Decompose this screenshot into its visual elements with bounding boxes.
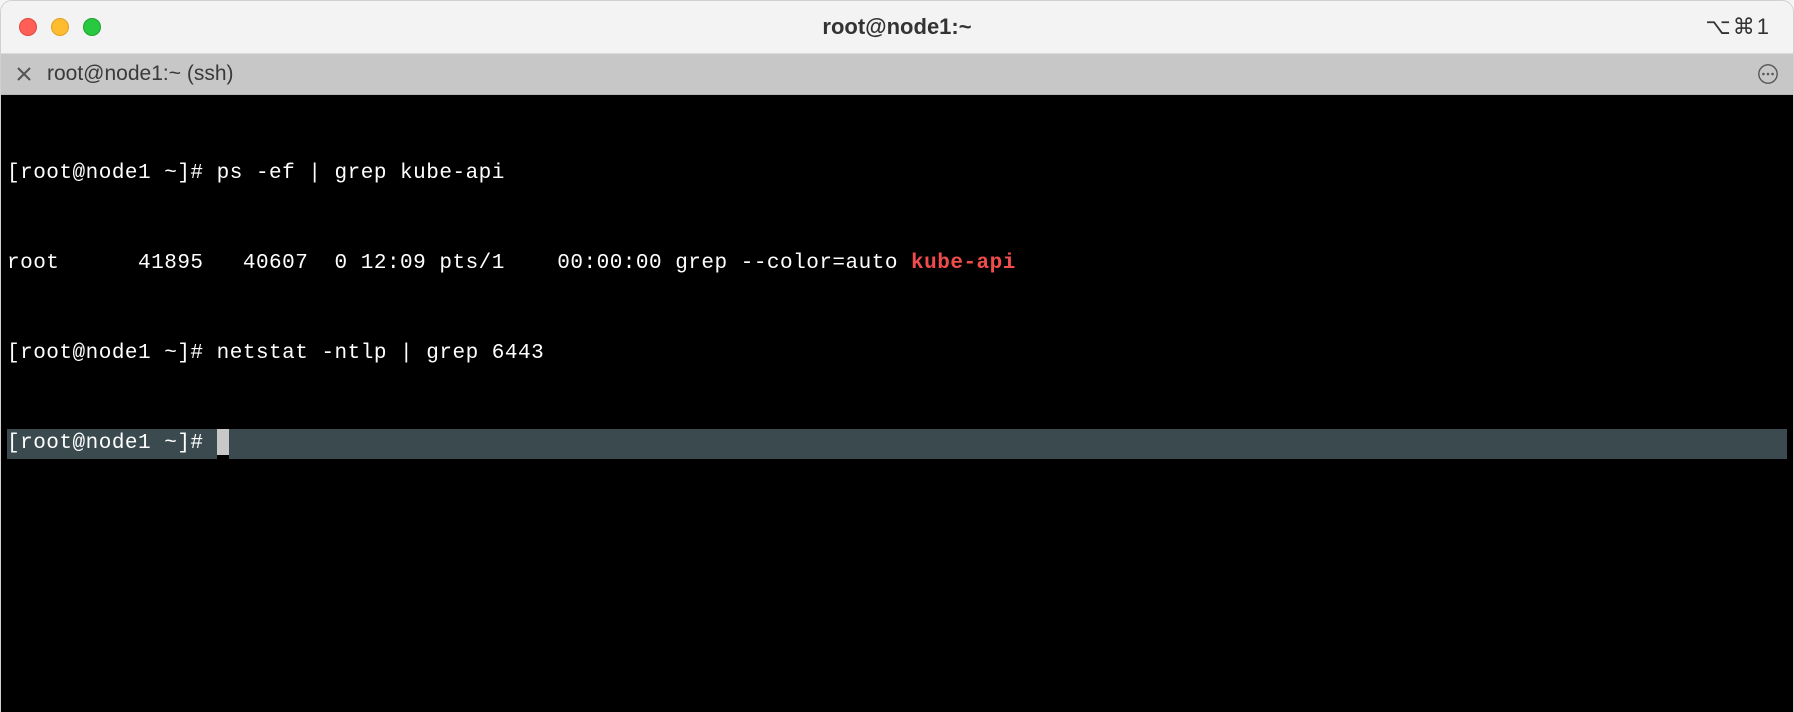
prompt: [root@node1 ~]#	[7, 429, 217, 459]
prompt: [root@node1 ~]#	[7, 342, 204, 365]
ellipsis-circle-icon	[1757, 63, 1779, 85]
tab-label[interactable]: root@node1:~ (ssh)	[47, 62, 234, 86]
grep-highlight: kube-api	[911, 252, 1016, 275]
close-window-button[interactable]	[19, 18, 37, 36]
terminal-active-line: [root@node1 ~]#	[7, 429, 1787, 459]
maximize-window-button[interactable]	[83, 18, 101, 36]
minimize-window-button[interactable]	[51, 18, 69, 36]
command-text: ps -ef | grep kube-api	[204, 162, 505, 185]
command-text: netstat -ntlp | grep 6443	[204, 342, 545, 365]
window-shortcut-indicator: ⌥⌘1	[1705, 14, 1793, 40]
cursor	[217, 429, 229, 455]
close-tab-button[interactable]	[15, 65, 33, 83]
traffic-lights	[1, 18, 101, 36]
terminal-content[interactable]: [root@node1 ~]# ps -ef | grep kube-api r…	[1, 95, 1793, 712]
active-line-fill	[229, 429, 1787, 459]
prompt: [root@node1 ~]#	[7, 162, 204, 185]
tab-menu-button[interactable]	[1757, 63, 1779, 85]
close-icon	[16, 66, 32, 82]
titlebar: root@node1:~ ⌥⌘1	[1, 1, 1793, 54]
terminal-line: root 41895 40607 0 12:09 pts/1 00:00:00 …	[7, 249, 1787, 279]
terminal-line: [root@node1 ~]# netstat -ntlp | grep 644…	[7, 339, 1787, 369]
terminal-window: root@node1:~ ⌥⌘1 root@node1:~ (ssh) [roo…	[0, 0, 1794, 712]
output-text: root 41895 40607 0 12:09 pts/1 00:00:00 …	[7, 252, 911, 275]
window-title: root@node1:~	[1, 14, 1793, 40]
tab-bar: root@node1:~ (ssh)	[1, 54, 1793, 95]
terminal-line: [root@node1 ~]# ps -ef | grep kube-api	[7, 159, 1787, 189]
